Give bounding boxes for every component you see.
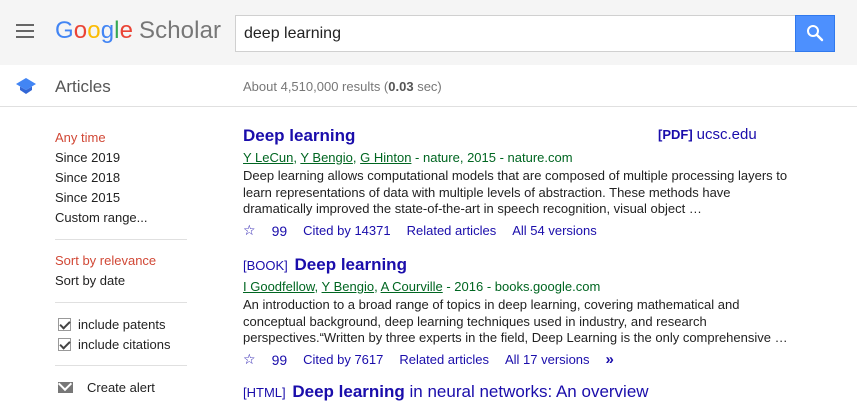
related-articles-link[interactable]: Related articles — [399, 352, 489, 367]
result-count-time: 0.03 — [388, 79, 414, 94]
search-button[interactable] — [795, 15, 835, 52]
divider — [55, 239, 187, 240]
author-link[interactable]: Y Bengio — [300, 150, 353, 165]
logo-letter: o — [87, 17, 101, 44]
sort-by-relevance[interactable]: Sort by relevance — [55, 251, 190, 271]
all-versions-link[interactable]: All 54 versions — [512, 223, 597, 238]
sort-by-date[interactable]: Sort by date — [55, 271, 190, 291]
pdf-link[interactable]: [PDF] ucsc.edu — [658, 126, 757, 143]
logo-letter: o — [73, 17, 88, 44]
result-count-suffix: sec) — [413, 79, 442, 94]
more-options-icon[interactable]: » — [606, 351, 614, 368]
search-result: [HTML] Deep learning in neural networks:… — [243, 382, 803, 402]
result-snippet: An introduction to a broad range of topi… — [243, 297, 788, 345]
results-subbar: Articles About 4,510,000 results (0.03 s… — [0, 65, 857, 107]
filter-any-time[interactable]: Any time — [55, 128, 190, 148]
result-count-prefix: About 4,510,000 results ( — [243, 79, 389, 94]
save-star-icon[interactable]: ☆ — [243, 222, 256, 239]
all-versions-link[interactable]: All 17 versions — [505, 352, 590, 367]
include-patents-checkbox[interactable]: include patents — [55, 314, 190, 334]
result-title-link[interactable]: Deep learning — [243, 126, 355, 145]
articles-icon — [16, 78, 36, 94]
cited-by-link[interactable]: Cited by 7617 — [303, 352, 383, 367]
include-citations-checkbox[interactable]: include citations — [55, 334, 190, 354]
filter-custom-range[interactable]: Custom range... — [55, 208, 190, 228]
result-source: - nature, 2015 - nature.com — [411, 150, 573, 165]
result-title-link[interactable]: Deep learning — [295, 255, 407, 274]
search-result: Deep learning [PDF] ucsc.edu Y LeCun, Y B… — [243, 126, 803, 240]
menu-icon[interactable] — [14, 22, 38, 42]
result-count: About 4,510,000 results (0.03 sec) — [243, 79, 442, 94]
result-authors: I Goodfellow, Y Bengio, A Courville - 20… — [243, 279, 601, 294]
result-actions: ☆ 99 Cited by 14371 Related articles All… — [243, 222, 803, 240]
divider — [55, 302, 187, 303]
result-type-tag: [BOOK] — [243, 258, 288, 273]
pdf-domain: ucsc.edu — [696, 126, 757, 143]
divider — [55, 365, 187, 366]
result-snippet: Deep learning allows computational model… — [243, 168, 788, 216]
cite-quote-icon[interactable]: 99 — [272, 352, 288, 368]
save-star-icon[interactable]: ☆ — [243, 351, 256, 368]
result-title[interactable]: [HTML] Deep learning in neural networks:… — [243, 382, 803, 402]
pdf-tag: [PDF] — [658, 127, 693, 142]
logo-letter: G — [55, 17, 74, 44]
filter-sidebar: Any time Since 2019 Since 2018 Since 201… — [55, 128, 190, 397]
checkbox-checked-icon[interactable] — [58, 337, 71, 351]
search-result: [BOOK] Deep learning I Goodfellow, Y Ben… — [243, 255, 803, 369]
result-type-tag: [HTML] — [243, 385, 286, 400]
result-source: - 2016 - books.google.com — [442, 279, 601, 294]
author-link[interactable]: Y LeCun — [243, 150, 293, 165]
envelope-icon — [58, 381, 73, 393]
checkbox-label: include citations — [78, 336, 171, 352]
result-actions: ☆ 99 Cited by 7617 Related articles All … — [243, 351, 803, 369]
search-icon — [807, 25, 824, 42]
logo-letter: e — [119, 17, 134, 44]
logo-letter: g — [100, 17, 115, 44]
checkbox-checked-icon[interactable] — [58, 317, 71, 331]
title-rest-part: in neural networks: An overview — [404, 382, 649, 401]
logo-scholar: Scholar — [139, 17, 222, 44]
filter-since-2019[interactable]: Since 2019 — [55, 148, 190, 168]
result-title-link[interactable]: Deep learning in neural networks: An ove… — [292, 382, 648, 401]
create-alert-button[interactable]: Create alert — [55, 377, 190, 397]
related-articles-link[interactable]: Related articles — [407, 223, 497, 238]
create-alert-label: Create alert — [87, 379, 155, 395]
author-link[interactable]: Y Bengio — [322, 279, 375, 294]
checkbox-label: include patents — [78, 316, 166, 332]
section-label: Articles — [55, 77, 111, 96]
search-input[interactable]: deep learning — [235, 15, 796, 52]
title-bold-part: Deep learning — [292, 382, 405, 401]
google-scholar-logo[interactable]: Google Scholar — [55, 17, 221, 45]
top-header: Google Scholar deep learning — [0, 0, 857, 65]
author-link[interactable]: I Goodfellow — [243, 279, 315, 294]
result-authors: Y LeCun, Y Bengio, G Hinton - nature, 20… — [243, 150, 573, 165]
filter-since-2015[interactable]: Since 2015 — [55, 188, 190, 208]
author-link[interactable]: A Courville — [381, 279, 443, 294]
result-title[interactable]: [BOOK] Deep learning — [243, 255, 803, 275]
filter-since-2018[interactable]: Since 2018 — [55, 168, 190, 188]
cited-by-link[interactable]: Cited by 14371 — [303, 223, 390, 238]
cite-quote-icon[interactable]: 99 — [272, 223, 288, 239]
author-link[interactable]: G Hinton — [360, 150, 411, 165]
